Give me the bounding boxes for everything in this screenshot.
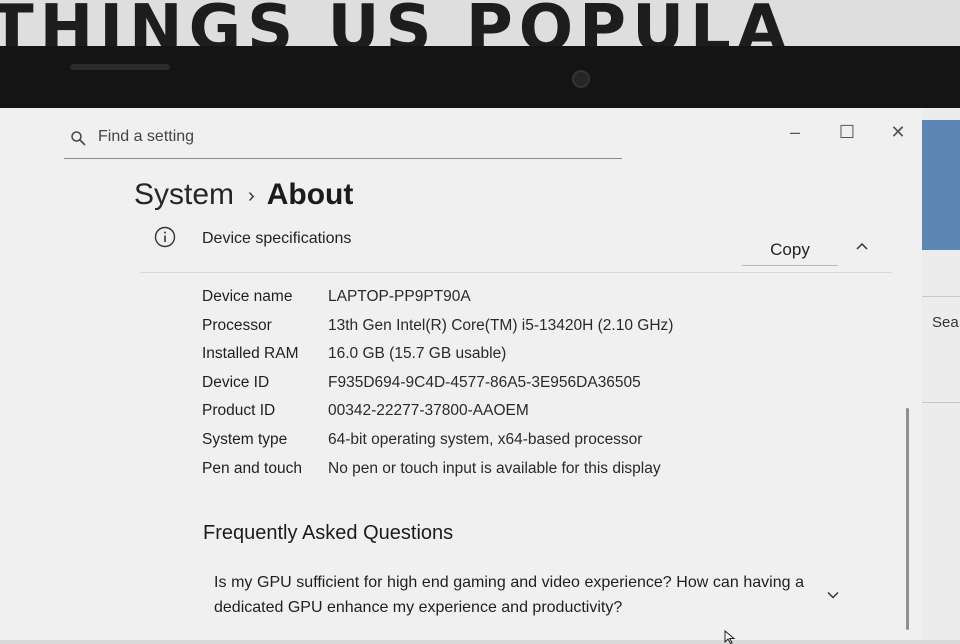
divider (922, 296, 960, 297)
page-title: About (266, 178, 354, 211)
background-poster: THINGS US POPULA (0, 0, 960, 50)
faq-item[interactable]: Is my GPU sufficient for high end gaming… (200, 560, 880, 630)
device-specifications-header[interactable]: Device specifications Copy (140, 220, 892, 273)
spec-value: 16.0 GB (15.7 GB usable) (328, 345, 507, 363)
background-app-window: Sea (922, 108, 960, 640)
info-icon (154, 226, 176, 248)
close-button[interactable]: ✕ (883, 120, 913, 144)
divider (922, 402, 960, 403)
spec-row: Installed RAM 16.0 GB (15.7 GB usable) (202, 345, 882, 374)
chevron-down-icon[interactable] (826, 588, 840, 602)
spec-row: Processor 13th Gen Intel(R) Core(TM) i5-… (202, 317, 882, 346)
laptop-screen: – ☐ ✕ System › About Device specifications… (0, 108, 960, 644)
spec-row: Device ID F935D694-9C4D-4577-86A5-3E956D… (202, 374, 882, 403)
copy-button[interactable]: Copy (742, 234, 838, 266)
spec-value: 00342-22277-37800-AAOEM (328, 402, 529, 420)
spec-value: F935D694-9C4D-4577-86A5-3E956DA36505 (328, 373, 641, 391)
settings-window: – ☐ ✕ System › About Device specifications… (0, 108, 923, 644)
spec-row: System type 64-bit operating system, x64… (202, 431, 882, 460)
search-icon (71, 131, 86, 146)
breadcrumb-separator: › (248, 184, 255, 207)
spec-value: 64-bit operating system, x64-based proce… (328, 430, 643, 448)
chevron-up-icon[interactable] (854, 238, 870, 254)
vertical-scrollbar[interactable] (906, 408, 909, 630)
breadcrumb-parent-system[interactable]: System (134, 178, 234, 211)
mouse-cursor-icon (724, 630, 736, 644)
spec-row: Pen and touch No pen or touch input is a… (202, 460, 882, 489)
spec-value: No pen or touch input is available for t… (328, 459, 661, 477)
device-specs-list: Device name LAPTOP-PP9PT90A Processor 13… (202, 288, 882, 488)
minimize-button[interactable]: – (780, 120, 810, 144)
spec-value: 13th Gen Intel(R) Core(TM) i5-13420H (2.… (328, 316, 674, 334)
spec-label: Device name (202, 288, 293, 305)
faq-heading: Frequently Asked Questions (203, 522, 454, 544)
section-title: Device specifications (202, 230, 352, 247)
poster-text: THINGS US POPULA (0, 0, 793, 50)
spec-label: Pen and touch (202, 459, 302, 477)
spec-row: Product ID 00342-22277-37800-AAOEM (202, 402, 882, 431)
breadcrumb: System › About (134, 178, 353, 212)
webcam (572, 70, 590, 88)
background-app-banner (922, 120, 960, 250)
background-app-search-text[interactable]: Sea (932, 314, 959, 331)
bezel-reflection (70, 64, 170, 70)
maximize-button[interactable]: ☐ (832, 120, 862, 144)
spec-label: Device ID (202, 373, 270, 391)
search-input[interactable] (98, 128, 598, 146)
search-box[interactable] (64, 122, 622, 159)
spec-label: Installed RAM (202, 345, 299, 363)
faq-question: Is my GPU sufficient for high end gaming… (214, 574, 804, 616)
spec-label: Processor (202, 316, 272, 334)
spec-label: Product ID (202, 402, 276, 420)
spec-row: Device name LAPTOP-PP9PT90A (202, 288, 882, 317)
spec-label: System type (202, 430, 288, 448)
spec-value: LAPTOP-PP9PT90A (328, 288, 471, 305)
laptop-bezel (0, 46, 960, 112)
